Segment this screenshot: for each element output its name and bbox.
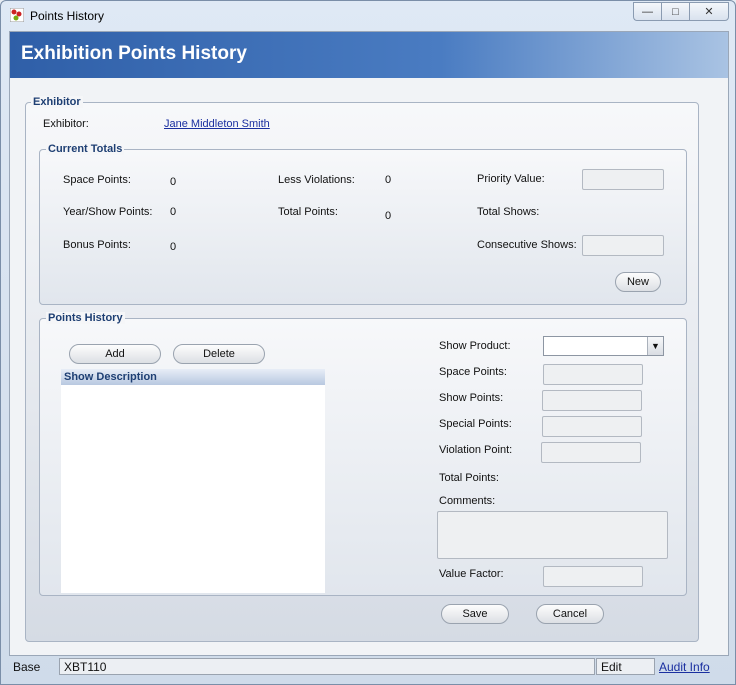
- total-points-value: 0: [385, 210, 392, 222]
- minimize-button[interactable]: —: [633, 2, 661, 21]
- points-history-window: Points History — □ ✕ Exhibition Points H…: [0, 0, 736, 685]
- space-points-value: 0: [170, 176, 177, 188]
- exhibitor-legend: Exhibitor: [31, 96, 83, 108]
- new-button[interactable]: New: [615, 272, 661, 292]
- audit-info-link[interactable]: Audit Info: [659, 660, 710, 674]
- show-product-label: Show Product:: [439, 340, 511, 352]
- exhibitor-panel: Exhibitor Exhibitor: Jane Middleton Smit…: [25, 96, 699, 642]
- year-show-points-label: Year/Show Points:: [63, 206, 153, 218]
- total-points-detail-label: Total Points:: [439, 472, 499, 484]
- status-mode: Edit: [596, 658, 655, 675]
- priority-value-field[interactable]: [582, 169, 664, 190]
- minimize-icon: —: [642, 5, 653, 18]
- comments-label: Comments:: [439, 495, 496, 507]
- comments-textarea[interactable]: [437, 511, 668, 559]
- header-band: Exhibition Points History: [10, 32, 728, 78]
- points-history-legend: Points History: [46, 312, 125, 324]
- maximize-icon: □: [672, 5, 679, 18]
- close-button[interactable]: ✕: [689, 2, 729, 21]
- bonus-points-label: Bonus Points:: [63, 239, 131, 251]
- title-bar[interactable]: Points History — □ ✕: [1, 1, 735, 31]
- status-bar: Base XBT110 Edit Audit Info: [5, 658, 733, 676]
- exhibitor-label: Exhibitor:: [43, 118, 89, 130]
- space-points-detail-label: Space Points:: [439, 366, 507, 378]
- total-shows-label: Total Shows:: [477, 206, 540, 218]
- violation-point-field[interactable]: [541, 442, 641, 463]
- close-icon: ✕: [704, 6, 714, 18]
- page-title: Exhibition Points History: [21, 43, 247, 64]
- value-factor-label: Value Factor:: [439, 568, 504, 580]
- dropdown-arrow-icon[interactable]: ▼: [647, 337, 663, 355]
- status-base: Base: [13, 660, 41, 674]
- status-code: XBT110: [59, 658, 595, 675]
- client-area: Exhibition Points History Exhibitor Exhi…: [9, 31, 729, 656]
- save-button[interactable]: Save: [441, 604, 509, 624]
- cancel-button[interactable]: Cancel: [536, 604, 604, 624]
- less-violations-value: 0: [385, 174, 392, 186]
- show-description-list[interactable]: Show Description: [61, 369, 325, 593]
- window-controls: — □ ✕: [633, 2, 729, 21]
- space-points-label: Space Points:: [63, 174, 131, 186]
- violation-point-label: Violation Point:: [439, 444, 513, 456]
- total-points-label: Total Points:: [278, 206, 338, 218]
- bonus-points-value: 0: [170, 241, 177, 253]
- value-factor-field[interactable]: [543, 566, 643, 587]
- year-show-points-value: 0: [170, 206, 177, 218]
- space-points-field[interactable]: [543, 364, 643, 385]
- special-points-label: Special Points:: [439, 418, 512, 430]
- current-totals-panel: Current Totals Space Points: 0 Year/Show…: [39, 143, 687, 305]
- special-points-field[interactable]: [542, 416, 642, 437]
- show-description-header[interactable]: Show Description: [61, 369, 325, 385]
- current-totals-legend: Current Totals: [46, 143, 125, 155]
- add-button[interactable]: Add: [69, 344, 161, 364]
- points-history-panel: Points History Add Delete Show Descripti…: [39, 312, 687, 596]
- consecutive-shows-label: Consecutive Shows:: [477, 239, 577, 251]
- show-points-field[interactable]: [542, 390, 642, 411]
- show-product-select[interactable]: ▼: [543, 336, 664, 356]
- app-icon: [10, 8, 24, 22]
- exhibitor-name-link[interactable]: Jane Middleton Smith: [164, 118, 270, 130]
- less-violations-label: Less Violations:: [278, 174, 355, 186]
- maximize-button[interactable]: □: [661, 2, 689, 21]
- consecutive-shows-field[interactable]: [582, 235, 664, 256]
- priority-value-label: Priority Value:: [477, 173, 545, 185]
- window-title: Points History: [30, 9, 105, 23]
- show-points-label: Show Points:: [439, 392, 504, 404]
- delete-button[interactable]: Delete: [173, 344, 265, 364]
